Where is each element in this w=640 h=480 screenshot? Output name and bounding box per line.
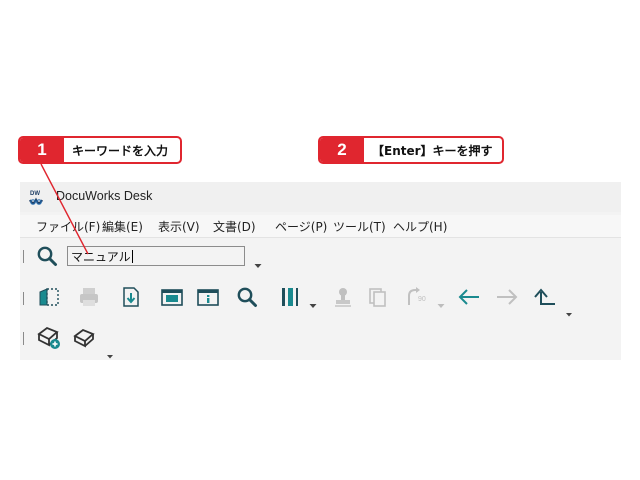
callout-pointer-line bbox=[40, 163, 89, 255]
